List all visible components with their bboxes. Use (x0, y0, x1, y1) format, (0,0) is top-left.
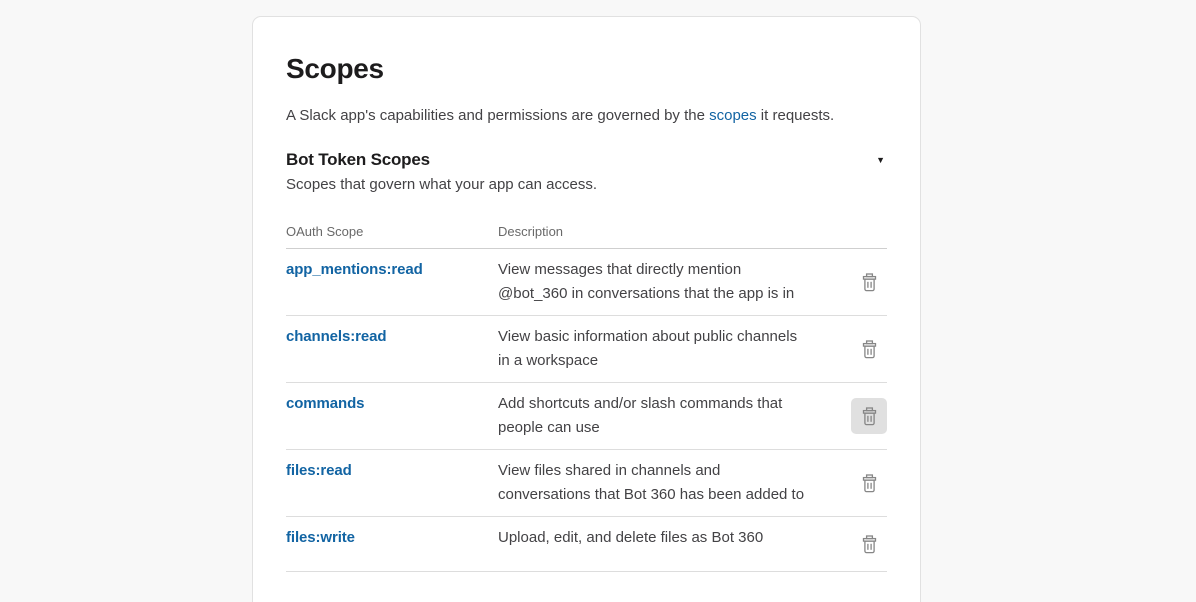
trash-icon (861, 407, 878, 426)
collapse-section-button[interactable]: ▼ (874, 152, 887, 169)
scope-link[interactable]: files:read (286, 462, 352, 479)
scope-link[interactable]: channels:read (286, 328, 386, 345)
intro-before: A Slack app's capabilities and permissio… (286, 107, 709, 124)
actions-cell (851, 526, 887, 562)
delete-scope-button[interactable] (851, 398, 887, 434)
delete-scope-button[interactable] (851, 526, 887, 562)
page-title: Scopes (286, 53, 887, 85)
intro-text: A Slack app's capabilities and permissio… (286, 105, 887, 126)
delete-scope-button[interactable] (851, 465, 887, 501)
trash-icon (861, 273, 878, 292)
actions-cell (851, 331, 887, 367)
scope-cell: channels:read (286, 325, 498, 346)
trash-icon (861, 535, 878, 554)
scope-row: files:read View files shared in channels… (286, 450, 887, 517)
actions-cell (851, 465, 887, 501)
scope-row: app_mentions:read View messages that dir… (286, 249, 887, 316)
scope-description: View basic information about public chan… (498, 325, 811, 373)
scopes-doc-link[interactable]: scopes (709, 107, 757, 124)
intro-after: it requests. (757, 107, 835, 124)
page-background: Scopes A Slack app's capabilities and pe… (0, 0, 1196, 602)
delete-scope-button[interactable] (851, 331, 887, 367)
scope-row: channels:read View basic information abo… (286, 316, 887, 383)
scope-description: Add shortcuts and/or slash commands that… (498, 392, 811, 440)
scope-link[interactable]: app_mentions:read (286, 261, 423, 278)
section-header-text: Bot Token Scopes Scopes that govern what… (286, 150, 597, 195)
chevron-down-icon: ▼ (876, 155, 885, 165)
scope-cell: files:write (286, 526, 498, 547)
scopes-table: OAuth Scope Description app_mentions:rea… (286, 224, 887, 572)
scope-row: commands Add shortcuts and/or slash comm… (286, 383, 887, 450)
column-header-actions (811, 224, 887, 239)
scopes-card: Scopes A Slack app's capabilities and pe… (252, 16, 921, 602)
section-header: Bot Token Scopes Scopes that govern what… (286, 150, 887, 195)
scope-description: Upload, edit, and delete files as Bot 36… (498, 526, 811, 550)
scope-cell: app_mentions:read (286, 258, 498, 279)
column-header-oauth-scope: OAuth Scope (286, 224, 498, 239)
scope-cell: files:read (286, 459, 498, 480)
scope-description: View files shared in channels and conver… (498, 459, 811, 507)
scope-description: View messages that directly mention @bot… (498, 258, 811, 306)
scope-link[interactable]: commands (286, 395, 364, 412)
scope-link[interactable]: files:write (286, 529, 355, 546)
trash-icon (861, 474, 878, 493)
section-title: Bot Token Scopes (286, 150, 597, 170)
actions-cell (851, 398, 887, 434)
trash-icon (861, 340, 878, 359)
table-body: app_mentions:read View messages that dir… (286, 249, 887, 572)
delete-scope-button[interactable] (851, 264, 887, 300)
table-header-row: OAuth Scope Description (286, 224, 887, 249)
section-subtitle: Scopes that govern what your app can acc… (286, 175, 597, 195)
scope-cell: commands (286, 392, 498, 413)
column-header-description: Description (498, 224, 811, 239)
actions-cell (851, 264, 887, 300)
scope-row: files:write Upload, edit, and delete fil… (286, 517, 887, 572)
